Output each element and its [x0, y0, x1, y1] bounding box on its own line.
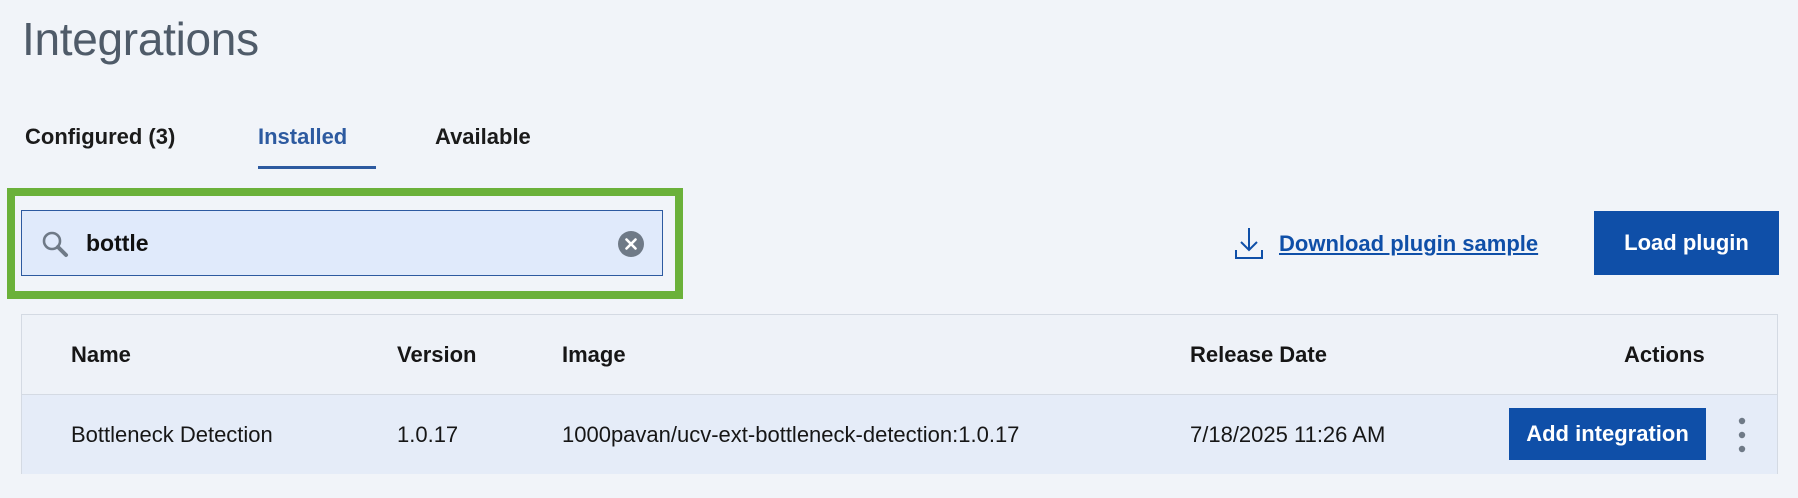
- column-header-actions: Actions: [1624, 342, 1705, 367]
- tab-bar: Configured (3) Installed Available: [22, 108, 622, 172]
- cell-release-date: 7/18/2025 11:26 AM: [1190, 422, 1386, 447]
- column-header-image[interactable]: Image: [562, 342, 626, 368]
- cell-version: 1.0.17: [397, 422, 459, 447]
- search-icon: [42, 231, 68, 257]
- download-icon: [1235, 228, 1263, 259]
- tab-installed[interactable]: Installed: [258, 124, 347, 170]
- table-row[interactable]: Bottleneck Detection 1.0.17 1000pavan/uc…: [22, 395, 1777, 474]
- tab-selected-indicator: [258, 166, 376, 169]
- integrations-page: Integrations Configured (3) Installed Av…: [0, 0, 1798, 498]
- overflow-menu-icon[interactable]: [1735, 415, 1749, 455]
- add-integration-button[interactable]: Add integration: [1509, 408, 1706, 460]
- column-header-release-date[interactable]: Release Date: [1190, 342, 1327, 368]
- cell-image: 1000pavan/ucv-ext-bottleneck-detection:1…: [562, 422, 1020, 447]
- tab-available[interactable]: Available: [435, 124, 531, 170]
- search-input-value[interactable]: bottle: [86, 230, 149, 257]
- column-header-name[interactable]: Name: [71, 342, 131, 368]
- column-header-version[interactable]: Version: [397, 342, 476, 368]
- search-input[interactable]: bottle: [21, 210, 663, 276]
- tab-configured[interactable]: Configured (3): [25, 124, 175, 170]
- table-header: Name Version Image Release Date Actions: [22, 315, 1777, 395]
- page-title: Integrations: [22, 13, 259, 65]
- clear-search-icon[interactable]: [618, 231, 644, 257]
- load-plugin-button[interactable]: Load plugin: [1594, 211, 1779, 275]
- download-plugin-sample-label[interactable]: Download plugin sample: [1279, 231, 1538, 257]
- cell-name: Bottleneck Detection: [71, 422, 273, 447]
- integrations-table: Name Version Image Release Date Actions …: [21, 314, 1778, 474]
